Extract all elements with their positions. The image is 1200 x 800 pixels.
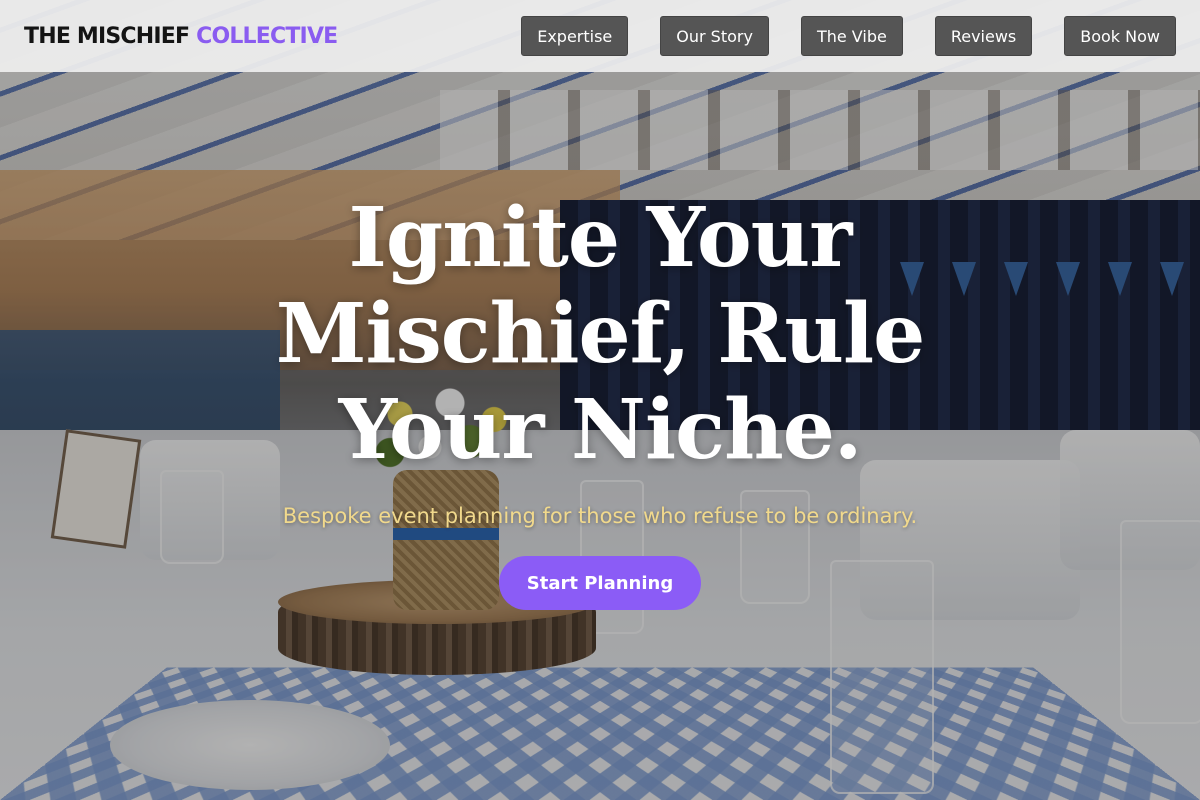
site-header: THE MISCHIEF COLLECTIVE Expertise Our St… [0,0,1200,72]
brand-name-primary: THE MISCHIEF [24,23,190,49]
nav-the-vibe-button[interactable]: The Vibe [800,16,903,56]
nav-reviews-button[interactable]: Reviews [934,16,1033,56]
nav-book-now-button[interactable]: Book Now [1064,16,1176,56]
main-nav: Expertise Our Story The Vibe Reviews Boo… [521,16,1176,56]
nav-our-story-button[interactable]: Our Story [660,16,769,56]
landing-page: THE MISCHIEF COLLECTIVE Expertise Our St… [0,0,1200,800]
hero-section: Ignite Your Mischief, Rule Your Niche. B… [0,190,1200,610]
nav-expertise-button[interactable]: Expertise [521,16,629,56]
start-planning-button[interactable]: Start Planning [499,556,701,610]
hero-title: Ignite Your Mischief, Rule Your Niche. [275,190,926,478]
brand-logo[interactable]: THE MISCHIEF COLLECTIVE [24,23,338,49]
brand-name-accent: COLLECTIVE [196,23,338,49]
hero-subtitle: Bespoke event planning for those who ref… [282,504,918,528]
